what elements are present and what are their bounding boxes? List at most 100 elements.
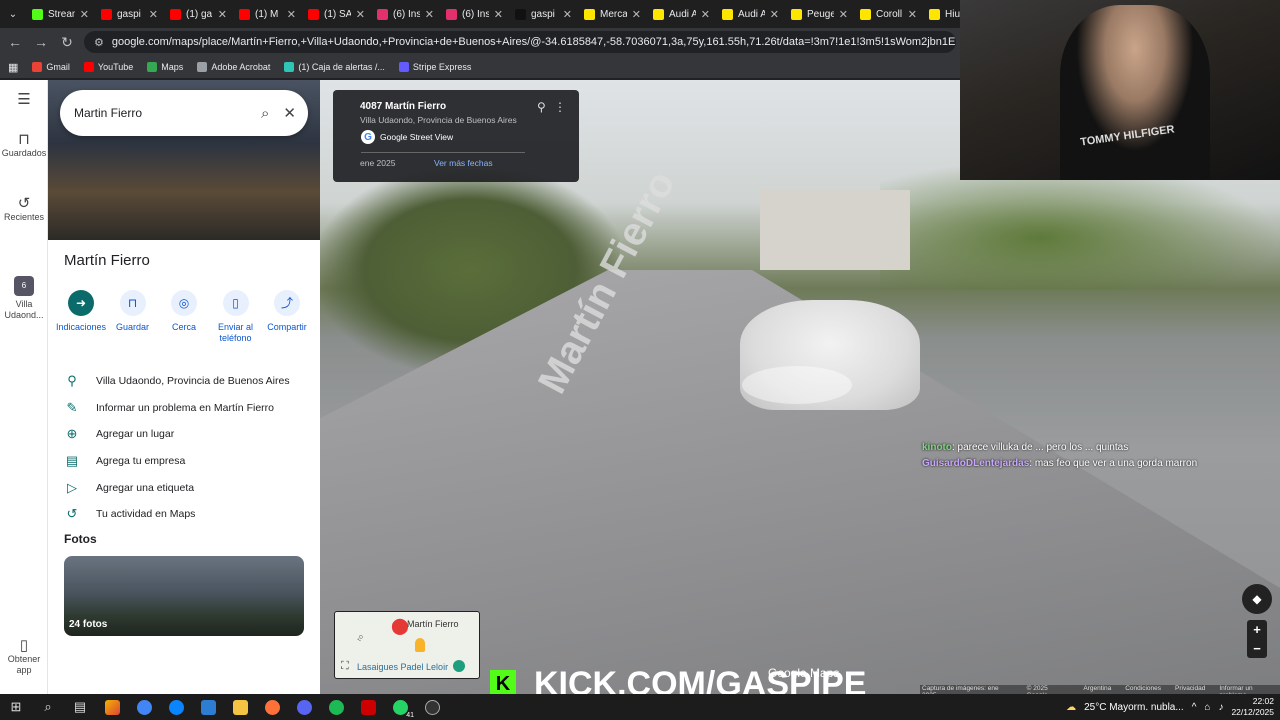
volume-icon[interactable]: ♪ — [1218, 702, 1223, 713]
sv-more-dates-link[interactable]: Ver más fechas — [434, 158, 493, 168]
action-nearby[interactable]: ◎ Cerca — [159, 290, 209, 344]
action-share[interactable]: ⤴ Compartir — [262, 290, 312, 344]
browser-tab[interactable]: Audi A ✕ — [716, 0, 785, 28]
search-icon[interactable]: ⌕ — [261, 105, 269, 122]
browser-tab[interactable]: gaspi ✕ — [509, 0, 578, 28]
browser-tab[interactable]: (1) M ✕ — [233, 0, 302, 28]
info-row[interactable]: ▤ Agrega tu empresa — [48, 448, 320, 475]
tab-close-icon[interactable]: ✕ — [908, 8, 917, 21]
tab-close-icon[interactable]: ✕ — [425, 8, 434, 21]
tab-close-icon[interactable]: ✕ — [770, 8, 779, 21]
back-button[interactable]: ← — [6, 34, 24, 50]
browser-tab[interactable]: Peuge ✕ — [785, 0, 854, 28]
bookmark-item[interactable]: YouTube — [83, 62, 133, 72]
tab-close-icon[interactable]: ✕ — [494, 8, 503, 21]
tab-close-icon[interactable]: ✕ — [632, 8, 641, 21]
info-row[interactable]: ↺ Tu actividad en Maps — [48, 501, 320, 528]
weather-text[interactable]: 25°C Mayorm. nubla... — [1084, 702, 1184, 713]
task-view-button[interactable]: ▤ — [64, 694, 96, 720]
info-row[interactable]: ▷ Agregar una etiqueta — [48, 474, 320, 501]
rail-get-app[interactable]: ▯ Obtener app — [0, 638, 48, 676]
search-box[interactable]: Martin Fierro ⌕ ✕ — [60, 90, 308, 136]
rail-place-label: Villa Udaond... — [4, 299, 44, 320]
browser-tab[interactable]: (6) Ins ✕ — [440, 0, 509, 28]
expand-icon[interactable]: ⛶ — [341, 660, 349, 673]
footer-link[interactable]: Argentina — [1083, 685, 1111, 694]
info-row[interactable]: ⊕ Agregar un lugar — [48, 421, 320, 448]
rail-saved[interactable]: ⊓ Guardados — [0, 132, 48, 159]
footer-link[interactable]: Privacidad — [1175, 685, 1205, 694]
browser-tab[interactable]: (6) Ins ✕ — [371, 0, 440, 28]
zoom-in-button[interactable]: + — [1247, 620, 1267, 639]
taskbar-app-spotify[interactable] — [320, 694, 352, 720]
menu-button[interactable]: ☰ — [0, 92, 48, 108]
street-view-minimap[interactable]: ro ⬤ Martín Fierro ⛶ Lasaigues Padel Lel… — [334, 611, 480, 679]
browser-tab[interactable]: Coroll ✕ — [854, 0, 923, 28]
action-bookmark[interactable]: ⊓ Guardar — [108, 290, 158, 344]
tab-close-icon[interactable]: ✕ — [701, 8, 710, 21]
tab-close-icon[interactable]: ✕ — [356, 8, 365, 21]
browser-tab[interactable]: (1) ga ✕ — [164, 0, 233, 28]
taskbar-app-obs[interactable] — [352, 694, 384, 720]
tab-close-icon[interactable]: ✕ — [149, 8, 158, 21]
apps-icon[interactable]: ▦ — [8, 61, 18, 74]
bookmark-item[interactable]: Stripe Express — [398, 62, 471, 72]
tab-close-icon[interactable]: ✕ — [80, 8, 89, 21]
weather-icon[interactable]: ☁ — [1066, 702, 1076, 713]
site-info-icon[interactable]: ⚙ — [94, 36, 104, 49]
photos-thumbnail[interactable]: 24 fotos — [64, 556, 304, 636]
zoom-out-button[interactable]: − — [1247, 639, 1267, 658]
address-bar[interactable]: ⚙ google.com/maps/place/Martín+Fierro,+V… — [84, 31, 956, 53]
browser-tab[interactable]: (1) SA ✕ — [302, 0, 371, 28]
street-view-nav-arrow[interactable] — [742, 366, 852, 404]
search-input[interactable]: Martin Fierro — [74, 106, 247, 120]
tab-close-icon[interactable]: ✕ — [839, 8, 848, 21]
action-phone[interactable]: ▯ Enviar al teléfono — [211, 290, 261, 344]
taskbar-app-whatsapp[interactable]: 41 — [384, 694, 416, 720]
tab-close-icon[interactable]: ✕ — [563, 8, 572, 21]
bookmark-item[interactable]: (1) Caja de alertas /... — [284, 62, 385, 72]
minimap-poi-label: Lasaigues Padel Leloir — [357, 662, 449, 672]
tray-chevron-icon[interactable]: ^ — [1192, 702, 1197, 713]
close-icon[interactable]: ✕ — [283, 104, 296, 122]
bookmark-item[interactable]: Maps — [147, 62, 183, 72]
taskbar-app-firefox[interactable] — [256, 694, 288, 720]
reload-button[interactable]: ↻ — [58, 34, 76, 51]
browser-tab[interactable]: Merca ✕ — [578, 0, 647, 28]
taskbar-app-chrome[interactable] — [128, 694, 160, 720]
footer-link[interactable]: Informar un problema — [1219, 685, 1280, 699]
tab-search-button[interactable]: ⌄ — [0, 9, 26, 20]
rail-recent[interactable]: ↺ Recientes — [0, 196, 48, 223]
more-options-icon[interactable]: ⋮ — [554, 100, 566, 114]
info-label: Informar un problema en Martín Fierro — [96, 401, 274, 414]
bookmark-item[interactable]: Gmail — [32, 62, 70, 72]
taskbar-app-store[interactable] — [192, 694, 224, 720]
browser-tab[interactable]: gaspi ✕ — [95, 0, 164, 28]
taskbar-app-explorer[interactable] — [224, 694, 256, 720]
taskbar-app-discord[interactable] — [288, 694, 320, 720]
start-button[interactable]: ⊞ — [0, 694, 32, 720]
taskbar-search-button[interactable]: ⌕ — [32, 694, 64, 720]
clock[interactable]: 22:02 22/12/2025 — [1231, 696, 1274, 718]
forward-button[interactable]: → — [32, 34, 50, 50]
network-icon[interactable]: ⌂ — [1204, 702, 1210, 713]
info-row[interactable]: ⚲ Villa Udaondo, Provincia de Buenos Air… — [48, 368, 320, 395]
tab-close-icon[interactable]: ✕ — [218, 8, 227, 21]
footer-link: © 2025 Google — [1026, 685, 1048, 699]
browser-tab[interactable]: Stream ✕ — [26, 0, 95, 28]
street-view-info-card: 4087 Martín Fierro Villa Udaondo, Provin… — [333, 90, 579, 182]
location-pin-icon[interactable]: ⚲ — [537, 100, 546, 114]
browser-tab[interactable]: Audi A ✕ — [647, 0, 716, 28]
browser-tab[interactable]: Hiu ✕ — [923, 0, 960, 28]
bookmark-item[interactable]: Adobe Acrobat — [197, 62, 270, 72]
info-row[interactable]: ✎ Informar un problema en Martín Fierro — [48, 395, 320, 422]
footer-link[interactable]: Condiciones — [1125, 685, 1161, 694]
compass-icon[interactable]: ◆ — [1242, 584, 1272, 614]
pegman-icon[interactable] — [415, 638, 425, 652]
taskbar-app-edge[interactable] — [160, 694, 192, 720]
rail-place[interactable]: 6 Villa Udaond... — [0, 276, 48, 321]
action-directions[interactable]: ➜ Indicaciones — [56, 290, 106, 344]
taskbar-app-widgets[interactable] — [96, 694, 128, 720]
tab-close-icon[interactable]: ✕ — [287, 8, 296, 21]
taskbar-app-obs-studio[interactable] — [416, 694, 448, 720]
